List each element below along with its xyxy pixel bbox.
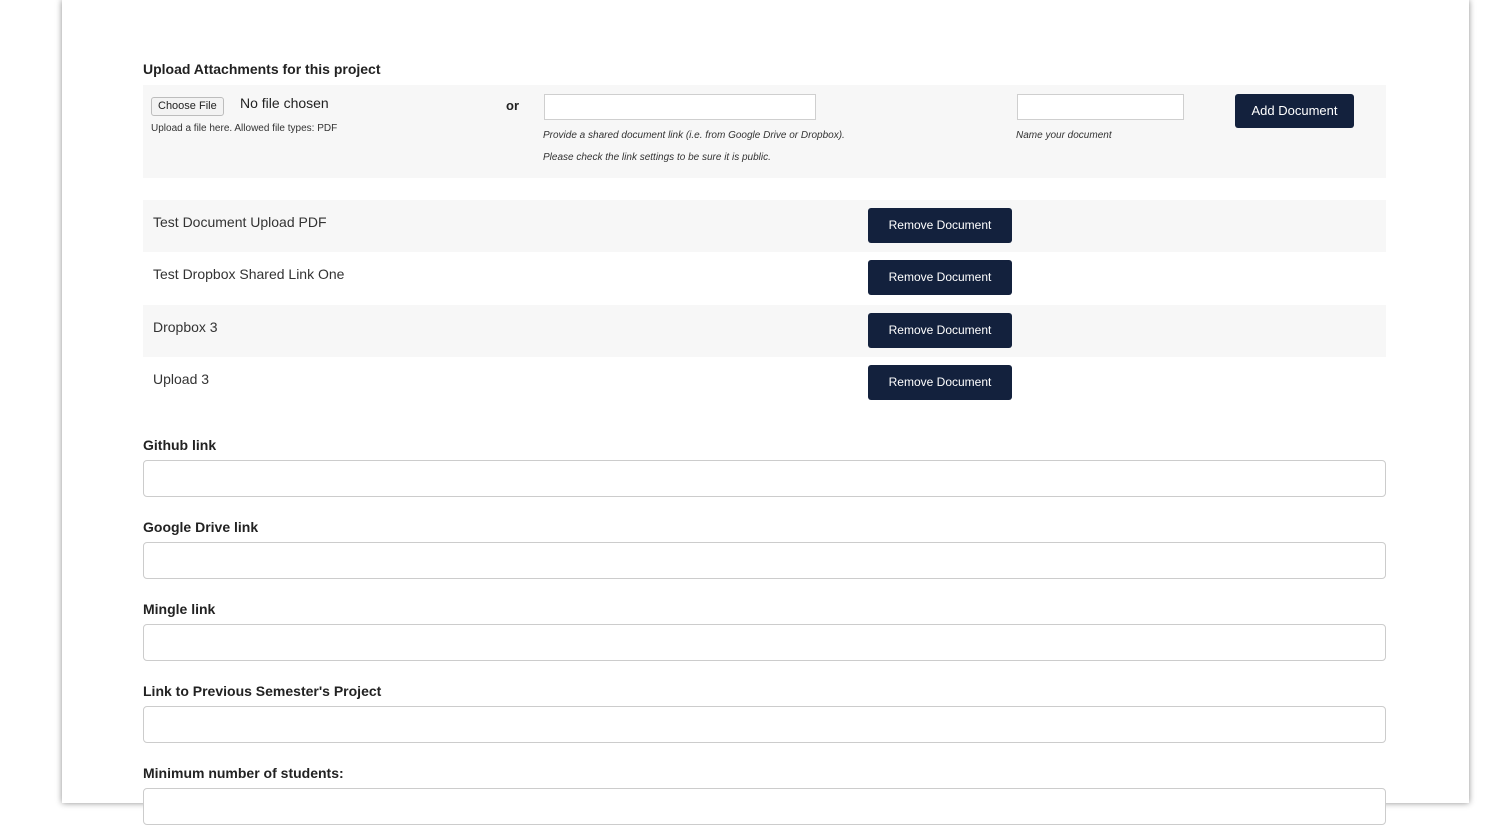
- remove-document-button[interactable]: Remove Document: [868, 208, 1012, 243]
- upload-box: Choose File No file chosen Upload a file…: [143, 85, 1386, 178]
- github-link-label: Github link: [143, 437, 217, 453]
- link-hint-line2: Please check the link settings to be sur…: [543, 152, 771, 163]
- document-name-input[interactable]: [1017, 94, 1184, 120]
- upload-hint: Upload a file here. Allowed file types: …: [151, 123, 338, 134]
- shared-link-input[interactable]: [544, 94, 816, 120]
- min-students-input[interactable]: [143, 788, 1386, 825]
- document-name: Test Dropbox Shared Link One: [153, 266, 345, 282]
- document-row: Test Document Upload PDF Remove Document: [143, 200, 1386, 252]
- file-status: No file chosen: [240, 95, 329, 111]
- google-drive-link-label: Google Drive link: [143, 519, 259, 535]
- mingle-link-label: Mingle link: [143, 601, 216, 617]
- mingle-link-input[interactable]: [143, 624, 1386, 661]
- link-hint-line1: Provide a shared document link (i.e. fro…: [543, 130, 845, 141]
- attachments-title: Upload Attachments for this project: [143, 61, 381, 77]
- add-document-button[interactable]: Add Document: [1235, 94, 1354, 128]
- document-name: Test Document Upload PDF: [153, 214, 327, 230]
- choose-file-button[interactable]: Choose File: [151, 97, 224, 116]
- github-link-input[interactable]: [143, 460, 1386, 497]
- document-row: Dropbox 3 Remove Document: [143, 305, 1386, 357]
- document-row: Upload 3 Remove Document: [143, 357, 1386, 409]
- previous-semester-link-input[interactable]: [143, 706, 1386, 743]
- document-name: Dropbox 3: [153, 319, 218, 335]
- remove-document-button[interactable]: Remove Document: [868, 365, 1012, 400]
- min-students-label: Minimum number of students:: [143, 765, 344, 781]
- remove-document-button[interactable]: Remove Document: [868, 313, 1012, 348]
- name-hint: Name your document: [1016, 130, 1112, 141]
- or-label: or: [506, 98, 519, 113]
- document-name: Upload 3: [153, 371, 210, 387]
- google-drive-link-input[interactable]: [143, 542, 1386, 579]
- remove-document-button[interactable]: Remove Document: [868, 260, 1012, 295]
- previous-semester-link-label: Link to Previous Semester's Project: [143, 683, 382, 699]
- document-row: Test Dropbox Shared Link One Remove Docu…: [143, 252, 1386, 304]
